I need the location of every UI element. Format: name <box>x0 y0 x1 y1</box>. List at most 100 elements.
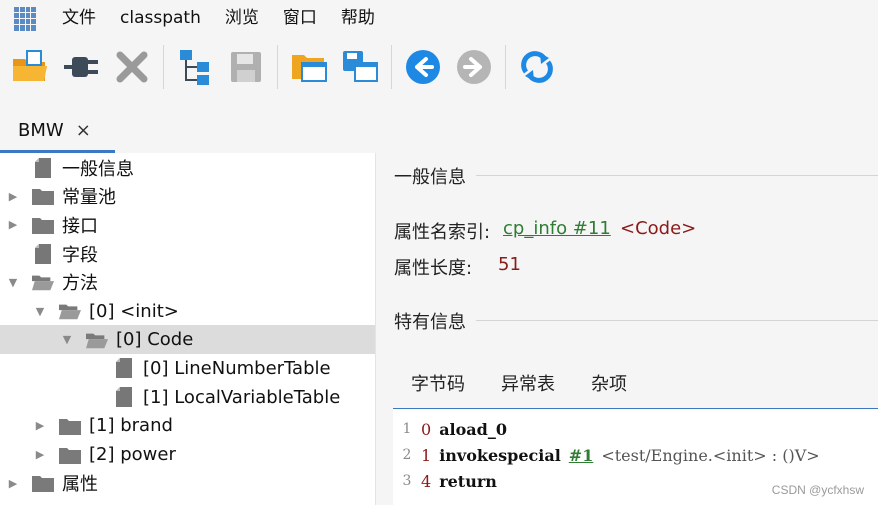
tree-node[interactable]: ▶ 常量池 <box>0 182 375 211</box>
toolbar-separator <box>277 45 278 89</box>
tab-bytecode[interactable]: 字节码 <box>393 368 483 416</box>
tree-node[interactable]: [1] LocalVariableTable <box>0 383 375 412</box>
section-divider <box>476 320 878 321</box>
expand-arrow-right-icon[interactable]: ▶ <box>33 411 47 440</box>
tree-node[interactable]: ▼ [0] <init> <box>0 297 375 326</box>
file-icon <box>32 243 54 265</box>
tree-node[interactable]: [0] LineNumberTable <box>0 354 375 383</box>
toolbar-separator <box>505 45 506 89</box>
tree-node-label: 属性 <box>62 474 98 496</box>
open-button[interactable] <box>10 47 50 87</box>
toolbar-separator <box>163 45 164 89</box>
bytecode-offset: 1 <box>421 445 432 465</box>
opcode: invokespecial <box>439 445 561 465</box>
expand-arrow-down-icon[interactable]: ▼ <box>6 268 20 297</box>
attribute-length-label: 属性长度: <box>394 258 473 279</box>
tree-node[interactable]: ▶ [1] brand <box>0 411 375 440</box>
toolbar-separator <box>391 45 392 89</box>
menu-classpath[interactable]: classpath <box>108 0 213 37</box>
menu-browse[interactable]: 浏览 <box>213 0 271 37</box>
tab-exception-table[interactable]: 异常表 <box>483 368 573 410</box>
file-icon <box>113 386 135 408</box>
bytecode-view[interactable]: 1 0 aload_0 2 1 invokespecial #1 <test/E… <box>393 409 878 505</box>
menu-help[interactable]: 帮助 <box>329 0 387 37</box>
tree-button[interactable] <box>175 47 215 87</box>
tree-node-label: 方法 <box>62 273 98 295</box>
expand-arrow-right-icon[interactable]: ▶ <box>6 182 20 211</box>
name-index-link[interactable]: cp_info #11 <box>503 218 611 239</box>
forward-button[interactable] <box>454 47 494 87</box>
folder-open-icon <box>59 300 81 322</box>
tree-node-label: [1] brand <box>89 415 173 437</box>
bytecode-offset: 0 <box>421 419 432 439</box>
file-icon <box>113 357 135 379</box>
class-tree: 一般信息 ▶ 常量池 ▶ 接口字段 ▼ 方法 ▼ [0] <init> ▼ [0] Code [0] … <box>0 153 375 505</box>
toolbar <box>0 37 878 97</box>
folder-open-icon <box>32 271 54 293</box>
close-icon <box>116 51 148 83</box>
app-logo-icon <box>14 6 36 31</box>
connect-button[interactable] <box>61 47 101 87</box>
general-info-title: 一般信息 <box>394 167 466 188</box>
menu-file[interactable]: 文件 <box>50 0 108 37</box>
tree-node-label: [0] LineNumberTable <box>143 357 331 379</box>
folder-window-icon <box>292 55 327 82</box>
tree-node[interactable]: ▶ 接口 <box>0 210 375 239</box>
file-icon <box>32 157 54 179</box>
tree-node[interactable]: 字段 <box>0 239 375 268</box>
tab-close-icon[interactable]: × <box>76 120 91 141</box>
line-number: 3 <box>402 473 412 489</box>
tree-node-label: [2] power <box>89 444 176 465</box>
tree-node[interactable]: ▼ 方法 <box>0 268 375 297</box>
constant-pool-ref-link[interactable]: #1 <box>569 446 594 465</box>
folder-icon <box>32 214 54 236</box>
folder-icon <box>32 185 54 207</box>
close-file-button[interactable] <box>112 47 152 87</box>
refresh-icon <box>521 51 553 83</box>
tree-node[interactable]: ▶ 属性 <box>0 469 375 498</box>
code-line: 3 4 return <box>393 468 505 494</box>
code-line: 2 1 invokespecial #1 <test/Engine.<init>… <box>393 442 820 468</box>
expand-arrow-down-icon[interactable]: ▼ <box>33 297 47 326</box>
tree-node[interactable]: ▼ [0] Code <box>0 325 375 355</box>
tree-node-label: [0] <init> <box>89 300 179 322</box>
save-button[interactable] <box>226 47 266 87</box>
expand-arrow-right-icon[interactable]: ▶ <box>33 440 47 469</box>
expand-arrow-down-icon[interactable]: ▼ <box>60 325 74 354</box>
folder-icon <box>59 444 81 466</box>
tab-label: BMW <box>18 119 64 141</box>
tab-bmw[interactable]: BMW × <box>0 107 115 153</box>
expand-arrow-right-icon[interactable]: ▶ <box>6 210 20 239</box>
bytecode-offset: 4 <box>421 471 432 491</box>
tree-node-label: 接口 <box>62 215 98 237</box>
refresh-button[interactable] <box>517 47 557 87</box>
tree-node[interactable]: 一般信息 <box>0 153 375 182</box>
tree-node-label: 一般信息 <box>62 158 134 180</box>
open-icon <box>13 50 47 81</box>
open-folder-button[interactable] <box>289 47 329 87</box>
detail-panel: 一般信息 属性名索引: cp_info #11 <Code> 属性长度: 51 … <box>376 153 878 505</box>
specific-info-title: 特有信息 <box>394 312 466 333</box>
attribute-length-value: 51 <box>498 254 521 275</box>
document-tab-bar: BMW × <box>0 97 878 153</box>
tab-misc[interactable]: 杂项 <box>573 368 645 410</box>
menu-window[interactable]: 窗口 <box>271 0 329 37</box>
folder-icon <box>32 472 54 494</box>
tree-node[interactable]: ▶ [2] power <box>0 440 375 469</box>
save-window-button[interactable] <box>340 47 380 87</box>
opcode: return <box>439 471 497 491</box>
tree-node-label: [0] Code <box>116 329 194 351</box>
detail-tabs: 字节码 异常表 杂项 <box>393 368 645 416</box>
method-comment: <test/Engine.<init> : ()V> <box>601 445 820 465</box>
back-button[interactable] <box>403 47 443 87</box>
folder-open-icon <box>86 329 108 351</box>
expand-arrow-right-icon[interactable]: ▶ <box>6 469 20 498</box>
name-index-value: <Code> <box>620 218 697 239</box>
tree-node-label: 字段 <box>62 244 98 266</box>
tree-node-label: 常量池 <box>62 187 116 209</box>
menu-bar: 文件 classpath 浏览 窗口 帮助 <box>0 0 878 37</box>
folder-icon <box>59 415 81 437</box>
